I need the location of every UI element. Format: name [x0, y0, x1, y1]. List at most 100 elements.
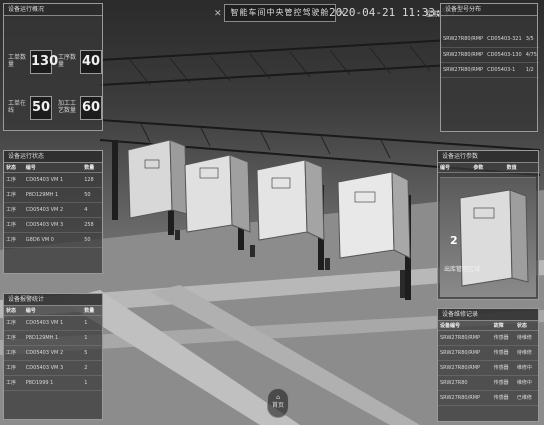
table-row[interactable]: 工序 CD05403 VM 1 1: [4, 315, 102, 331]
table-row[interactable]: SRW27R80 传感器 维修中: [438, 375, 538, 391]
table-row[interactable]: SRW27R80/RMP 传感器 待维修: [438, 330, 538, 346]
stat-value: 130: [30, 50, 58, 74]
cell-model: SRW27R80/RMP: [441, 62, 486, 78]
stat-label: 加工工艺数量: [58, 100, 77, 114]
cell-status: 工序: [4, 360, 24, 376]
equipment-alarm-panel: 设备报警统计 状态 编号 数量 工序 CD05403 VM 1 1 工序 P8D…: [3, 293, 103, 420]
stat-value: 60: [80, 96, 102, 120]
cell-code: CD05403 VM 2: [23, 202, 83, 218]
cell-code: CD05403 VM 1: [23, 315, 83, 331]
cell-code: P8D1999 1: [23, 375, 83, 391]
cell-code: G8D6 VM 0: [23, 232, 83, 248]
cell-qty: 258: [82, 217, 102, 233]
cell-device: SRW27R80/RMP: [438, 360, 492, 376]
cell-state: 待维修: [514, 330, 538, 346]
col-header: 故障: [491, 321, 515, 331]
record-table: 设备编号 故障 状态 SRW27R80/RMP 传感器 待维修 SRW27R80…: [438, 321, 538, 406]
col-header: 编号: [23, 163, 83, 173]
device-detail-panel: 设备运行参数 编号 参数 数值 2 出库管理区域: [437, 150, 539, 300]
col-header: 编号: [438, 163, 472, 173]
cell-status: 工序: [4, 232, 24, 248]
cell-qty: 1: [82, 315, 102, 331]
home-button[interactable]: ⌂ 首页: [267, 388, 289, 418]
cell-model: SRW27R80/RMP: [441, 32, 486, 48]
maintenance-record-panel: 设备维修记录 设备编号 故障 状态 SRW27R80/RMP 传感器 待维修 S…: [437, 308, 539, 422]
cell-status: 工序: [4, 217, 24, 233]
home-icon: ⌂: [276, 394, 280, 401]
col-header: 设备编号: [438, 321, 492, 331]
table-row[interactable]: 工序 G8D6 VM 0 50: [4, 232, 102, 248]
cell-device: SRW27R80/RMP: [438, 390, 492, 406]
table-row[interactable]: 工序 CD05403 VM 3 2: [4, 360, 102, 376]
stats-panel-title: 设备运行概况: [4, 4, 102, 16]
cell-status: 工序: [4, 172, 24, 188]
cell-model: SRW27R80/RMP: [441, 47, 486, 63]
stat-work-orders: 工单数量 130: [8, 50, 58, 76]
stat-process-count: 工序数量 40: [58, 50, 102, 76]
stat-orders-online: 工单在线 50: [8, 96, 52, 122]
table-row[interactable]: SRW27R80/RMP 传感器 维修中: [438, 360, 538, 376]
device-3d-preview[interactable]: 2 出库管理区域: [440, 177, 536, 297]
model-distribution-panel: 设备型号分布 SRW27R80/RMP CD05403-321 3/5 SRW2…: [440, 3, 539, 132]
table-row[interactable]: SRW27R80/RMP CD05403-1 1/2: [441, 62, 539, 78]
table-row[interactable]: 工序 CD05403 VM 1 128: [4, 172, 102, 188]
cell-state: 维修中: [514, 375, 538, 391]
table-row[interactable]: 工序 CD05403 VM 3 258: [4, 217, 102, 233]
home-button-label: 首页: [271, 402, 284, 409]
cell-qty: 50: [82, 232, 102, 248]
table-row[interactable]: SRW27R80/RMP CD05403-130 4/75: [441, 47, 539, 63]
device-caption: 出库管理区域: [444, 266, 481, 273]
cell-qty: 1/2: [523, 62, 539, 78]
model-panel-title: 设备型号分布: [441, 4, 537, 16]
cell-fault: 传感器: [491, 330, 515, 346]
cell-qty: 1: [82, 330, 102, 346]
status-table: 状态 编号 数量 工序 CD05403 VM 1 128 工序 P8D129MH…: [4, 163, 102, 248]
status-panel-title: 设备运行状态: [4, 151, 102, 163]
table-row[interactable]: SRW27R80/RMP CD05403-321 3/5: [441, 32, 539, 48]
dashboard-title: 智能车间中央管控驾驶舱: [224, 4, 336, 22]
cell-qty: 128: [82, 172, 102, 188]
table-row[interactable]: 工序 CD05403 VM 2 4: [4, 202, 102, 218]
cell-device: SRW27R80/RMP: [438, 345, 492, 361]
col-header: 状态: [514, 321, 538, 331]
device-unit-number: 2: [450, 234, 458, 247]
cell-code: CD05403 VM 3: [23, 360, 83, 376]
cell-code: CD05403 VM 3: [23, 217, 83, 233]
table-row[interactable]: 工序 P8D129MH 1 1: [4, 330, 102, 346]
cell-status: 工序: [4, 202, 24, 218]
table-row[interactable]: SRW27R80/RMP 传感器 已维修: [438, 390, 538, 406]
alarm-panel-title: 设备报警统计: [4, 294, 102, 306]
cell-status: 工序: [4, 187, 24, 203]
cell-fault: 传感器: [491, 375, 515, 391]
cell-code: CD05403 VM 2: [23, 345, 83, 361]
stat-label: 工单在线: [8, 100, 27, 114]
cell-qty: 4/75: [523, 47, 539, 63]
record-panel-title: 设备维修记录: [438, 309, 538, 321]
table-row[interactable]: 工序 P8D1999 1 1: [4, 375, 102, 391]
cell-status: 工序: [4, 345, 24, 361]
device-param-header: 编号 参数 数值: [438, 163, 538, 173]
col-header: 参数: [471, 163, 505, 173]
table-row[interactable]: 工序 P8D129MH 1 50: [4, 187, 102, 203]
cell-fault: 传感器: [491, 390, 515, 406]
stat-craft-count: 加工工艺数量 60: [58, 96, 102, 122]
col-header: 状态: [4, 163, 24, 173]
col-header: 状态: [4, 306, 24, 316]
cell-fault: 传感器: [491, 345, 515, 361]
cell-fault: 传感器: [491, 360, 515, 376]
table-row[interactable]: 工序 CD05403 VM 2 5: [4, 345, 102, 361]
equipment-status-panel: 设备运行状态 状态 编号 数量 工序 CD05403 VM 1 128 工序 P…: [3, 150, 103, 274]
cell-code: CD05403-321: [485, 32, 524, 48]
table-row[interactable]: SRW27R80/RMP 传感器 待维修: [438, 345, 538, 361]
cell-status: 工序: [4, 375, 24, 391]
cell-qty: 4: [82, 202, 102, 218]
col-header: 编号: [23, 306, 83, 316]
stat-value: 50: [30, 96, 52, 120]
col-header: 数量: [82, 306, 102, 316]
col-header: 数量: [82, 163, 102, 173]
cell-code: P8D129MH 1: [23, 330, 83, 346]
cell-code: CD05403-1: [485, 62, 524, 78]
cell-status: 工序: [4, 330, 24, 346]
alarm-table: 状态 编号 数量 工序 CD05403 VM 1 1 工序 P8D129MH 1…: [4, 306, 102, 391]
stat-value: 40: [80, 50, 102, 74]
